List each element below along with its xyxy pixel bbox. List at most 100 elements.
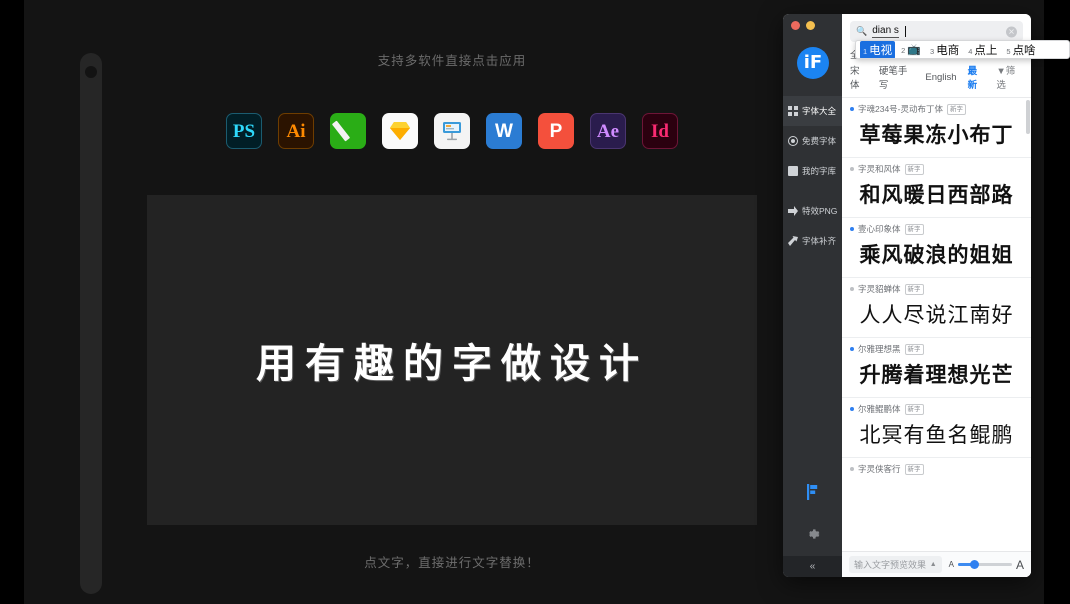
powerpoint-icon[interactable]: P [538, 113, 574, 149]
status-dot-icon [850, 107, 854, 111]
ime-candidate-1[interactable]: 1 电视 [860, 41, 895, 59]
app-logo-mark: iF [804, 54, 822, 72]
font-list[interactable]: 字魂234号-灵动布丁体 新字 草莓果冻小布丁 字灵和风体 新字 和风暖日西部路 [842, 98, 1031, 577]
search-input-value: dian s [872, 25, 899, 38]
list-item[interactable]: 字魂234号-灵动布丁体 新字 草莓果冻小布丁 [842, 98, 1031, 158]
ime-candidate-5-text: 点啥 [1013, 42, 1036, 58]
design-canvas[interactable]: 用有趣的字做设计 [147, 195, 757, 525]
sidebar-item-font-complete[interactable]: 字体补齐 [783, 226, 842, 256]
app-logo: iF [797, 47, 829, 79]
status-dot-icon [850, 227, 854, 231]
ime-candidate-5[interactable]: 5 点啥 [1003, 41, 1038, 59]
text-caret [905, 26, 906, 37]
font-list-scrollbar[interactable] [1026, 100, 1030, 134]
wrench-icon [788, 236, 798, 246]
gear-glyph-icon [806, 527, 820, 541]
list-item[interactable]: 壹心印象体 新字 乘风破浪的姐姐 [842, 218, 1031, 278]
font-name: 字灵貂蝉体 [858, 283, 901, 295]
collapse-sidebar-button[interactable]: « [783, 556, 842, 577]
font-sample-text: 升腾着理想光芒 [850, 359, 1023, 389]
hint-top-text: 支持多软件直接点击应用 [147, 50, 757, 69]
flag-icon[interactable] [783, 472, 842, 512]
ime-candidate-3[interactable]: 3 电商 [927, 41, 962, 59]
ime-candidate-1-text: 电视 [869, 42, 892, 58]
font-name: 壹心印象体 [858, 223, 901, 235]
status-dot-icon [850, 287, 854, 291]
indesign-label: Id [651, 122, 669, 141]
screen: 支持多软件直接点击应用 PS Ai [0, 0, 1070, 604]
photoshop-icon[interactable]: PS [226, 113, 262, 149]
filter-row: 宋体 硬笔手写 English 最新 ▼筛选 [842, 61, 1031, 98]
preview-bar: 输入文字预览效果 ▲ A A [842, 551, 1031, 577]
font-sample-text: 和风暖日西部路 [850, 179, 1023, 209]
ime-candidate-2-text: 📺 [907, 43, 921, 56]
filter-more-button[interactable]: ▼筛选 [996, 63, 1023, 91]
ime-candidate-2[interactable]: 2 📺 [898, 42, 924, 57]
font-manager-sidebar: iF 字体大全 免费字体 我的字库 特效PNG [783, 14, 842, 577]
font-name: 字灵侠客行 [858, 463, 901, 475]
filter-handwriting[interactable]: 硬笔手写 [879, 63, 915, 91]
font-meta: 字灵貂蝉体 新字 [850, 283, 1023, 295]
status-badge: 新字 [905, 404, 924, 415]
sidebar-item-free-fonts-label: 免费字体 [802, 135, 836, 147]
size-small-label: A [949, 560, 954, 569]
sidebar-item-effect-png[interactable]: 特效PNG [783, 196, 842, 226]
window-controls [791, 21, 815, 30]
minimize-button[interactable] [806, 21, 815, 30]
status-dot-icon [850, 407, 854, 411]
font-meta: 尔雅理想黑 新字 [850, 343, 1023, 355]
numbers-icon[interactable] [330, 113, 366, 149]
sidebar-item-all-fonts[interactable]: 字体大全 [783, 96, 842, 126]
sidebar-item-all-fonts-label: 字体大全 [802, 105, 836, 117]
close-button[interactable] [791, 21, 800, 30]
font-sample-text: 乘风破浪的姐姐 [850, 239, 1023, 269]
status-badge: 新字 [905, 344, 924, 355]
word-icon[interactable]: W [486, 113, 522, 149]
list-item[interactable]: 尔雅鲲鹏体 新字 北冥有鱼名鲲鹏 [842, 398, 1031, 458]
filter-newest[interactable]: 最新 [968, 63, 986, 91]
ime-candidate-1-num: 1 [863, 47, 867, 56]
search-input[interactable]: 🔍 dian s ✕ [850, 21, 1023, 42]
clear-search-icon[interactable]: ✕ [1006, 26, 1017, 37]
font-name: 字灵和风体 [858, 163, 901, 175]
canvas-headline-text[interactable]: 用有趣的字做设计 [147, 331, 757, 389]
ime-candidate-4[interactable]: 4 点上 [965, 41, 1000, 59]
keynote-icon[interactable] [434, 113, 470, 149]
after-effects-icon[interactable]: Ae [590, 113, 626, 149]
size-large-label: A [1016, 558, 1024, 572]
sidebar-item-my-library[interactable]: 我的字库 [783, 156, 842, 186]
filter-english[interactable]: English [925, 72, 956, 83]
gear-icon[interactable] [783, 512, 842, 556]
sidebar-item-free-fonts[interactable]: 免费字体 [783, 126, 842, 156]
status-badge: 新字 [905, 284, 924, 295]
list-item[interactable]: 字灵貂蝉体 新字 人人尽说江南好 [842, 278, 1031, 338]
font-manager-window: iF 字体大全 免费字体 我的字库 特效PNG [783, 14, 1031, 577]
ime-candidate-3-num: 3 [930, 47, 934, 56]
status-dot-icon [850, 467, 854, 471]
slider-handle[interactable] [970, 560, 979, 569]
sidebar-item-font-complete-label: 字体补齐 [802, 235, 836, 247]
png-icon [788, 206, 798, 216]
list-item[interactable]: 尔雅理想黑 新字 升腾着理想光芒 [842, 338, 1031, 398]
ime-candidate-2-num: 2 [901, 46, 905, 55]
indesign-icon[interactable]: Id [642, 113, 678, 149]
sketch-icon[interactable] [382, 113, 418, 149]
sketch-diamond-icon [389, 121, 411, 141]
status-badge: 新字 [905, 464, 924, 475]
word-label: W [495, 122, 513, 141]
filter-songti[interactable]: 宋体 [850, 63, 868, 91]
font-size-slider[interactable] [958, 563, 1012, 566]
list-item[interactable]: 字灵和风体 新字 和风暖日西部路 [842, 158, 1031, 218]
chevron-up-icon[interactable]: ▲ [930, 561, 937, 568]
sidebar-bottom: « [783, 472, 842, 577]
font-name: 尔雅理想黑 [858, 343, 901, 355]
font-meta: 尔雅鲲鹏体 新字 [850, 403, 1023, 415]
preview-text-input[interactable]: 输入文字预览效果 ▲ [849, 556, 942, 573]
illustrator-icon[interactable]: Ai [278, 113, 314, 149]
left-tool-rail[interactable] [80, 53, 102, 594]
list-item[interactable]: 字灵侠客行 新字 [842, 458, 1031, 483]
ime-candidate-bar[interactable]: 1 电视 2 📺 3 电商 4 点上 5 点啥 [855, 40, 1070, 59]
illustrator-label: Ai [287, 122, 306, 141]
font-name: 字魂234号-灵动布丁体 [858, 103, 943, 115]
font-meta: 字灵和风体 新字 [850, 163, 1023, 175]
